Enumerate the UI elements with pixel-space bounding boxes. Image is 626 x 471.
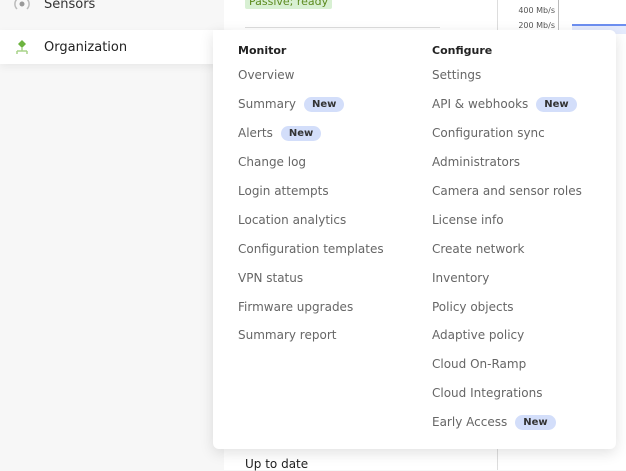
- divider: [245, 27, 440, 28]
- menu-item-cloud-integrations[interactable]: Cloud Integrations: [432, 379, 582, 408]
- chart-axis: [558, 0, 559, 30]
- menu-item-summary-report[interactable]: Summary report: [238, 321, 384, 350]
- menu-item-label: Inventory: [432, 270, 490, 285]
- menu-item-create-network[interactable]: Create network: [432, 234, 582, 263]
- menu-item-adaptive-policy[interactable]: Adaptive policy: [432, 321, 582, 350]
- new-badge: New: [280, 125, 322, 141]
- menu-item-label: Cloud On-Ramp: [432, 357, 527, 372]
- menu-item-policy-objects[interactable]: Policy objects: [432, 292, 582, 321]
- new-badge: New: [304, 96, 345, 112]
- monitor-heading: Monitor: [238, 44, 287, 57]
- menu-item-label: Camera and sensor roles: [432, 184, 582, 198]
- menu-item-configuration-sync[interactable]: Configuration sync: [432, 119, 582, 148]
- organization-dropdown-menu: Monitor Overview Summary New Alerts New Chang…: [213, 30, 616, 449]
- new-badge: New: [515, 414, 556, 430]
- menu-item-firmware-upgrades[interactable]: Firmware upgrades: [238, 292, 384, 321]
- menu-item-early-access[interactable]: Early Access New: [432, 408, 582, 437]
- monitor-column: Monitor Overview Summary New Alerts New Chang…: [238, 44, 384, 350]
- menu-item-location-analytics[interactable]: Location analytics: [238, 205, 384, 234]
- new-badge: New: [536, 96, 577, 112]
- menu-item-change-log[interactable]: Change log: [238, 148, 384, 177]
- menu-item-api-webhooks[interactable]: API & webhooks New: [432, 90, 582, 119]
- sidebar-item-organization[interactable]: Organization: [0, 30, 230, 64]
- menu-item-label: Early Access: [432, 415, 508, 430]
- menu-item-label: Cloud Integrations: [432, 386, 543, 401]
- menu-item-label: License info: [432, 212, 504, 227]
- menu-item-label: Configuration sync: [432, 126, 545, 141]
- menu-item-vpn-status[interactable]: VPN status: [238, 263, 384, 292]
- organization-icon: [0, 39, 44, 55]
- sidebar: Sensors: [0, 0, 224, 470]
- axis-tick-label: 400 Mb/s: [518, 6, 555, 15]
- sidebar-item-label: Organization: [44, 39, 128, 55]
- config-value: Up to date: [245, 457, 309, 471]
- menu-item-overview[interactable]: Overview: [238, 61, 384, 90]
- menu-item-label: Firmware upgrades: [238, 299, 354, 314]
- menu-item-label: Settings: [432, 68, 482, 83]
- menu-item-label: Administrators: [432, 155, 521, 170]
- sensor-icon: [0, 0, 44, 11]
- menu-item-administrators[interactable]: Administrators: [432, 148, 582, 177]
- menu-item-settings[interactable]: Settings: [432, 61, 582, 90]
- menu-item-label: API & webhooks: [432, 97, 529, 112]
- sidebar-item-sensors[interactable]: Sensors: [0, 0, 224, 21]
- status-badge: Passive; ready: [245, 0, 333, 9]
- menu-item-label: Location analytics: [238, 212, 347, 227]
- configure-column: Configure Settings API & webhooks New Confi…: [432, 44, 582, 437]
- menu-item-inventory[interactable]: Inventory: [432, 263, 582, 292]
- axis-tick-label: 200 Mb/s: [518, 21, 555, 30]
- configure-heading: Configure: [432, 44, 493, 57]
- menu-item-label: Change log: [238, 155, 307, 170]
- menu-item-label: VPN status: [238, 270, 304, 285]
- menu-item-camera-and-sensor-roles[interactable]: Camera and sensor roles: [432, 177, 582, 206]
- menu-item-summary[interactable]: Summary New: [238, 90, 384, 119]
- menu-item-label: Summary: [238, 97, 296, 112]
- menu-item-label: Login attempts: [238, 184, 329, 198]
- menu-item-license-info[interactable]: License info: [432, 205, 582, 234]
- menu-item-login-attempts[interactable]: Login attempts: [238, 177, 384, 206]
- sidebar-item-label: Sensors: [44, 0, 96, 12]
- menu-item-cloud-on-ramp[interactable]: Cloud On-Ramp: [432, 350, 582, 379]
- chart-line: [572, 24, 626, 26]
- menu-item-label: Policy objects: [432, 299, 514, 314]
- menu-item-label: Configuration templates: [238, 241, 384, 256]
- menu-item-configuration-templates[interactable]: Configuration templates: [238, 234, 384, 263]
- menu-item-label: Alerts: [238, 126, 273, 141]
- menu-item-label: Adaptive policy: [432, 328, 525, 343]
- menu-item-label: Create network: [432, 241, 525, 256]
- menu-item-label: Summary report: [238, 328, 337, 343]
- menu-item-alerts[interactable]: Alerts New: [238, 119, 384, 148]
- menu-item-label: Overview: [238, 68, 295, 83]
